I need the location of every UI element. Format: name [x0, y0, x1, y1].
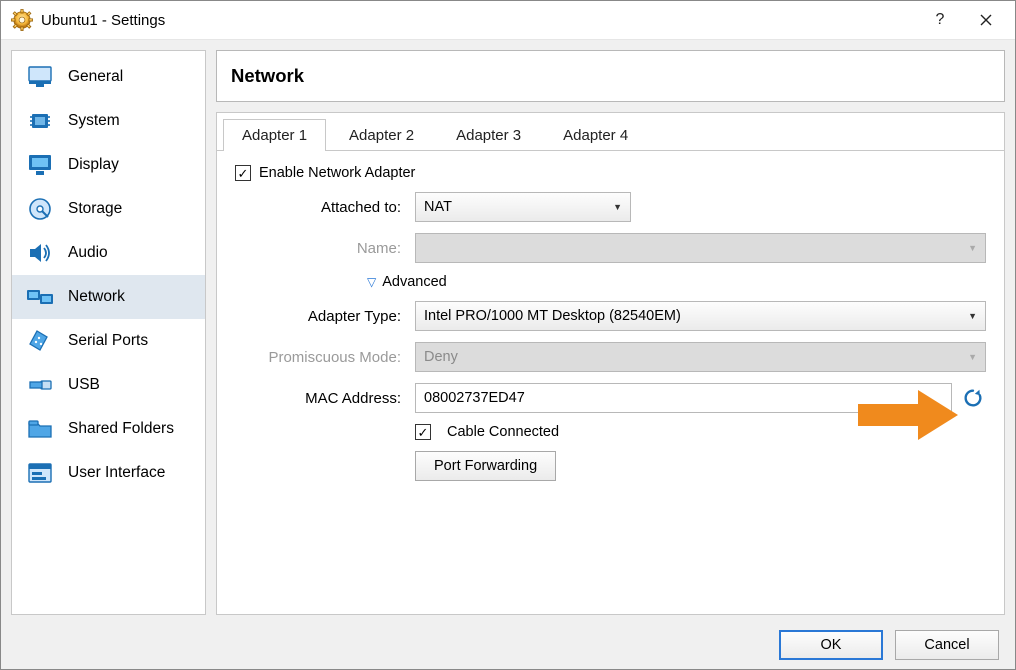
sidebar-item-usb[interactable]: USB	[12, 363, 205, 407]
titlebar: Ubuntu1 - Settings ?	[1, 1, 1015, 40]
disk-icon	[26, 197, 54, 221]
close-button[interactable]	[963, 4, 1009, 36]
network-panel: Adapter 1 Adapter 2 Adapter 3 Adapter 4 …	[216, 112, 1005, 615]
chevron-down-icon: ▼	[968, 243, 977, 253]
sidebar-item-label: General	[68, 68, 123, 86]
sidebar-item-label: Network	[68, 288, 125, 306]
tab-adapter-4[interactable]: Adapter 4	[544, 119, 647, 151]
adapter-type-select[interactable]: Intel PRO/1000 MT Desktop (82540EM) ▼	[415, 301, 986, 331]
settings-sidebar: General System Display Storage	[11, 50, 206, 615]
tab-adapter-3[interactable]: Adapter 3	[437, 119, 540, 151]
enable-adapter-checkbox[interactable]	[235, 165, 251, 181]
sidebar-item-label: USB	[68, 376, 100, 394]
port-forwarding-label: Port Forwarding	[434, 458, 537, 474]
chevron-down-icon: ▼	[968, 311, 977, 321]
port-forwarding-button[interactable]: Port Forwarding	[415, 451, 556, 481]
main-panel: Network Adapter 1 Adapter 2 Adapter 3 Ad…	[216, 50, 1005, 615]
ok-label: OK	[821, 637, 842, 653]
usb-icon	[26, 373, 54, 397]
attached-to-value: NAT	[424, 199, 452, 215]
sidebar-item-general[interactable]: General	[12, 55, 205, 99]
display-icon	[26, 153, 54, 177]
promiscuous-mode-select: Deny ▼	[415, 342, 986, 372]
name-select: ▼	[415, 233, 986, 263]
enable-adapter-label: Enable Network Adapter	[259, 165, 415, 181]
window-title: Ubuntu1 - Settings	[41, 12, 165, 29]
cancel-button[interactable]: Cancel	[895, 630, 999, 660]
sidebar-item-display[interactable]: Display	[12, 143, 205, 187]
speaker-icon	[26, 241, 54, 265]
adapter-type-value: Intel PRO/1000 MT Desktop (82540EM)	[424, 308, 681, 324]
sidebar-item-label: System	[68, 112, 120, 130]
chevron-down-icon: ▼	[968, 352, 977, 362]
advanced-label[interactable]: Advanced	[382, 274, 447, 290]
cable-connected-label: Cable Connected	[447, 424, 559, 440]
attached-to-label: Attached to:	[235, 199, 415, 216]
mac-address-label: MAC Address:	[235, 390, 415, 407]
dialog-footer: OK Cancel	[1, 621, 1015, 669]
sidebar-item-label: Audio	[68, 244, 108, 262]
mac-address-value: 08002737ED47	[424, 390, 525, 406]
sidebar-item-label: Display	[68, 156, 119, 174]
serial-port-icon	[26, 329, 54, 353]
adapter-tabs: Adapter 1 Adapter 2 Adapter 3 Adapter 4	[217, 113, 1004, 151]
advanced-toggle-icon[interactable]: ▽	[367, 275, 376, 289]
network-icon	[26, 285, 54, 309]
promiscuous-mode-value: Deny	[424, 349, 458, 365]
sidebar-item-system[interactable]: System	[12, 99, 205, 143]
sidebar-item-label: User Interface	[68, 464, 165, 482]
settings-window: Ubuntu1 - Settings ? General System	[0, 0, 1016, 670]
refresh-icon	[962, 387, 984, 409]
chevron-down-icon: ▼	[613, 202, 622, 212]
sidebar-item-serial-ports[interactable]: Serial Ports	[12, 319, 205, 363]
mac-refresh-button[interactable]	[960, 385, 986, 411]
section-header: Network	[216, 50, 1005, 102]
tab-adapter-1[interactable]: Adapter 1	[223, 119, 326, 151]
folder-icon	[26, 417, 54, 441]
sidebar-item-label: Serial Ports	[68, 332, 148, 350]
name-label: Name:	[235, 240, 415, 257]
gear-icon	[11, 9, 33, 31]
sidebar-item-user-interface[interactable]: User Interface	[12, 451, 205, 495]
sidebar-item-audio[interactable]: Audio	[12, 231, 205, 275]
attached-to-select[interactable]: NAT ▼	[415, 192, 631, 222]
cable-connected-checkbox[interactable]	[415, 424, 431, 440]
adapter-form: Enable Network Adapter Attached to: NAT …	[217, 151, 1004, 506]
tab-adapter-2[interactable]: Adapter 2	[330, 119, 433, 151]
chip-icon	[26, 109, 54, 133]
adapter-type-label: Adapter Type:	[235, 308, 415, 325]
sidebar-item-storage[interactable]: Storage	[12, 187, 205, 231]
sidebar-item-network[interactable]: Network	[12, 275, 205, 319]
sidebar-item-label: Storage	[68, 200, 122, 218]
ok-button[interactable]: OK	[779, 630, 883, 660]
cancel-label: Cancel	[924, 637, 969, 653]
sidebar-item-shared-folders[interactable]: Shared Folders	[12, 407, 205, 451]
section-title: Network	[231, 65, 990, 87]
highlight-arrow-icon	[858, 390, 958, 440]
help-button[interactable]: ?	[917, 4, 963, 36]
promiscuous-mode-label: Promiscuous Mode:	[235, 349, 415, 366]
monitor-icon	[26, 65, 54, 89]
window-icon	[26, 461, 54, 485]
sidebar-item-label: Shared Folders	[68, 420, 174, 438]
